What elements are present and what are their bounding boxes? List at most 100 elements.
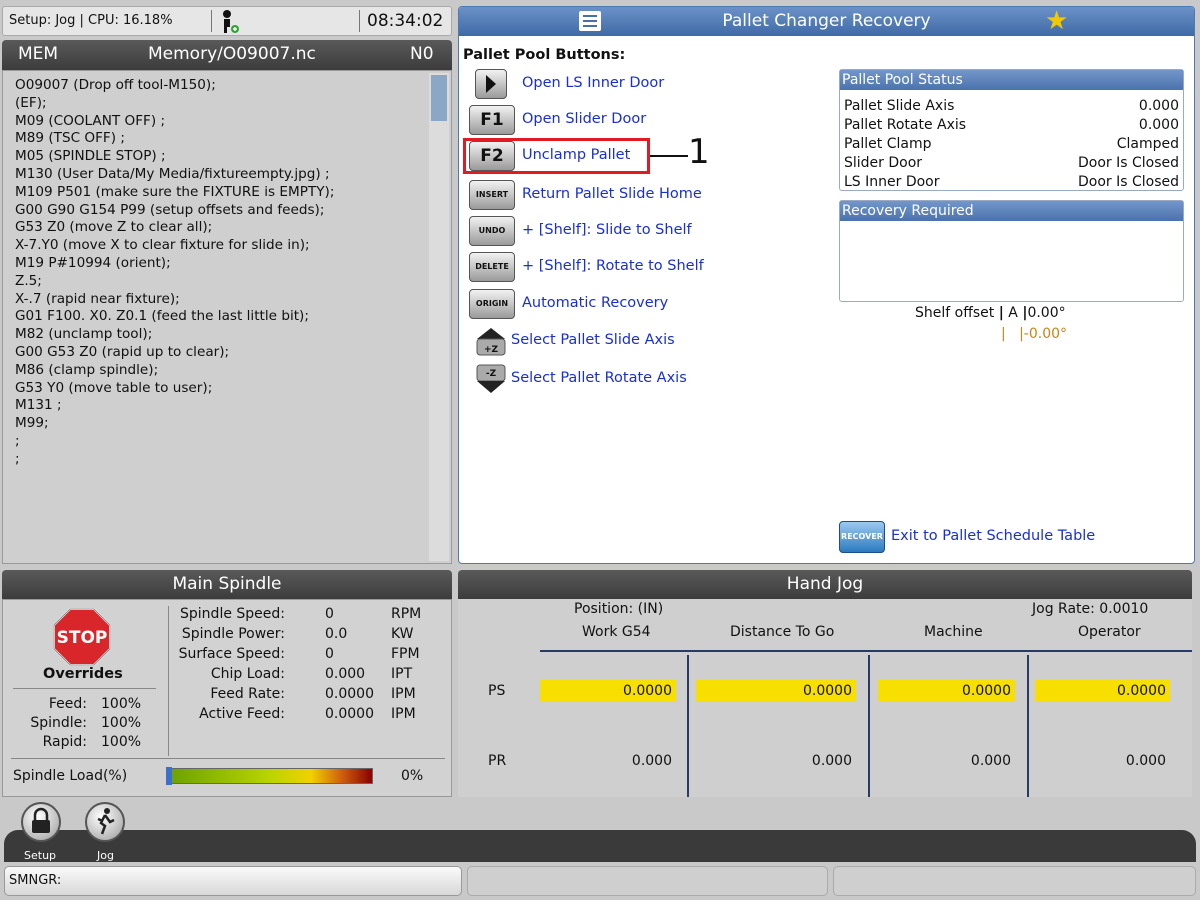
menu-icon[interactable] [579,11,601,31]
spindle-load-label: Spindle Load(%) [13,768,128,784]
override-label: Feed: [48,696,87,712]
button-label: Select Pallet Rotate Axis [511,370,687,386]
program-line[interactable]: G01 F100. X0. Z0.1 (feed the last little… [15,308,334,326]
tab-jog[interactable]: Jog [97,849,114,862]
program-line[interactable]: M82 (unclamp tool); [15,326,334,344]
program-line[interactable]: X-.7 (rapid near fixture); [15,291,334,309]
status-row-value: 0.000 [1138,117,1179,133]
spindle-row-value: 0.000 [325,666,366,682]
scrollbar-thumb[interactable] [431,75,447,121]
status-row: Pallet Rotate Axis 0.000 [840,116,1183,135]
program-line[interactable]: ; [15,433,334,451]
recovery-required-box: Recovery Required [839,200,1184,302]
pallet-pool-status-rows: Pallet Slide Axis 0.000 Pallet Rotate Axis… [840,90,1183,192]
program-line[interactable]: (EF); [15,95,334,113]
status-row-label: Pallet Rotate Axis [844,117,967,133]
program-line[interactable]: M86 (clamp spindle); [15,362,334,380]
program-lines: O09007 (Drop off tool-M150); (EF); M09 (CO… [15,77,334,469]
program-line[interactable]: Z.5; [15,273,334,291]
undo-key-icon: UNDO [469,216,515,246]
block-number: N0 [410,44,434,64]
axis-pr-label: PR [488,753,507,769]
delete-key-icon: DELETE [469,252,515,282]
spindle-row-value: 0 [325,606,334,622]
pr-operator-value: 0.000 [1125,753,1166,769]
pr-machine-value: 0.000 [970,753,1011,769]
automatic-recovery-button[interactable]: ORIGIN Automatic Recovery [469,289,769,321]
button-label: + [Shelf]: Slide to Shelf [522,222,692,238]
hand-jog-panel: Position: (IN) Jog Rate: 0.0010 Work G54… [458,599,1192,797]
program-line[interactable]: G53 Y0 (move table to user); [15,380,334,398]
remote-jog-icon[interactable] [219,9,241,37]
status-row-label: Pallet Slide Axis [844,98,955,114]
overrides-label: Overrides [43,666,123,682]
spindle-divider [168,606,169,756]
callout-highlight-box [463,138,650,174]
status-row-value: Door Is Closed [1077,155,1179,171]
status-row: Pallet Slide Axis 0.000 [840,97,1183,116]
spindle-row-unit: KW [391,626,414,642]
program-line[interactable]: M09 (COOLANT OFF) ; [15,113,334,131]
override-value: 100% [101,734,142,750]
button-label: Automatic Recovery [522,295,669,311]
shelf-offset-value-2: -0.00° [1023,326,1068,342]
status-row-label: Pallet Clamp [844,136,932,152]
open-ls-inner-door-button[interactable]: Open LS Inner Door [469,69,769,101]
program-line[interactable]: M05 (SPINDLE STOP) ; [15,148,334,166]
spindle-row: Spindle Speed: 0 RPM [173,606,433,626]
column-separator [868,655,870,797]
setup-lock-icon[interactable] [21,802,61,842]
pallet-pool-status-title: Pallet Pool Status [840,70,1183,90]
button-label: Open LS Inner Door [522,75,665,91]
ps-machine-value: 0.0000 [878,680,1015,702]
spindle-load-divider [11,758,445,759]
clock-time: 08:34:02 [367,11,444,31]
program-line[interactable]: M19 P#10994 (orient); [15,255,334,273]
spindle-load-value: 0% [401,768,424,784]
open-slider-door-button[interactable]: F1 Open Slider Door [469,105,769,137]
right-arrow-key-icon [475,69,507,99]
command-input[interactable]: SMNGR: [4,866,462,896]
program-line[interactable]: G53 Z0 (move Z to clear all); [15,219,334,237]
jog-rate: Jog Rate: 0.0010 [1032,601,1149,617]
status-row-value: Door Is Closed [1077,174,1179,190]
program-line[interactable]: M89 (TSC OFF) ; [15,130,334,148]
stop-sign-icon: STOP [53,608,111,666]
status-bar: Setup: Jog | CPU: 16.18% 08:34:02 [2,6,452,36]
program-editor[interactable]: O09007 (Drop off tool-M150); (EF); M09 (CO… [2,70,452,564]
spindle-row-unit: IPT [391,666,413,682]
spindle-row: Spindle Power: 0.0 KW [173,626,433,646]
status-row: Slider Door Door Is Closed [840,154,1183,173]
pr-distance-value: 0.000 [811,753,852,769]
column-separator [687,655,689,797]
spindle-row-unit: RPM [391,606,422,622]
exit-to-pallet-schedule-button[interactable]: RECOVER Exit to Pallet Schedule Table [839,521,1139,553]
tab-setup[interactable]: Setup [24,849,56,862]
jog-header-divider [540,650,1192,652]
program-scrollbar[interactable] [429,73,449,561]
program-line[interactable]: X-7.Y0 (move X to clear fixture for slid… [15,237,334,255]
pr-work-value: 0.000 [631,753,672,769]
program-line[interactable]: M99; [15,415,334,433]
rotate-to-shelf-button[interactable]: DELETE + [Shelf]: Rotate to Shelf [469,252,769,284]
program-line[interactable]: M109 P501 (make sure the FIXTURE is EMPT… [15,184,334,202]
favorite-star-icon[interactable]: ★ [1045,7,1068,35]
axis-ps-label: PS [488,683,506,699]
spindle-row-label: Chip Load: [210,666,285,682]
return-pallet-slide-home-button[interactable]: INSERT Return Pallet Slide Home [469,180,769,212]
slide-to-shelf-button[interactable]: UNDO + [Shelf]: Slide to Shelf [469,216,769,248]
program-line[interactable]: G00 G90 G154 P99 (setup offsets and feed… [15,202,334,220]
program-line[interactable]: M130 (User Data/My Media/fixtureempty.jp… [15,166,334,184]
button-label: Open Slider Door [522,111,647,127]
hand-jog-header: Hand Jog [458,570,1192,599]
select-pallet-rotate-axis-button[interactable]: -Z Select Pallet Rotate Axis [469,364,769,396]
select-pallet-slide-axis-button[interactable]: +Z Select Pallet Slide Axis [469,326,769,358]
program-line[interactable]: M131 ; [15,397,334,415]
program-line[interactable]: ; [15,451,334,469]
spindle-load-marker [166,767,172,785]
jog-person-icon[interactable] [85,802,125,842]
jog-minus-z-key-icon: -Z [475,364,507,394]
program-line[interactable]: G00 G53 Z0 (rapid up to clear); [15,344,334,362]
program-line[interactable]: O09007 (Drop off tool-M150); [15,77,334,95]
status-row-value: 0.000 [1138,98,1179,114]
